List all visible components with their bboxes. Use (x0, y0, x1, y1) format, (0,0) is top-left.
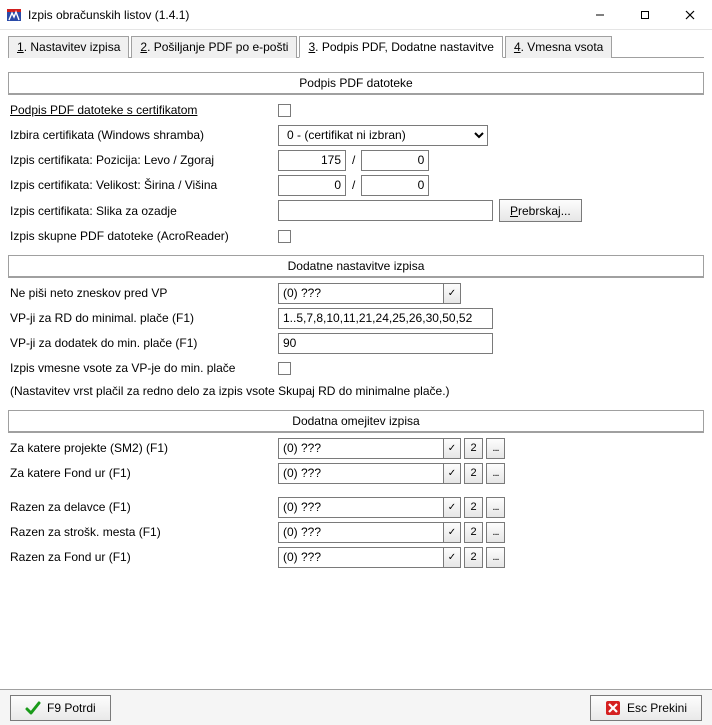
check-icon: ✓ (448, 443, 456, 454)
label-projekte: Za katere projekte (SM2) (F1) (8, 441, 278, 455)
btn-two-delavce[interactable]: 2 (464, 497, 483, 518)
input-size-width[interactable] (278, 175, 346, 196)
label-acroreader: Izpis skupne PDF datoteke (AcroReader) (8, 229, 278, 243)
checkbox-vmesne-vsote[interactable] (278, 362, 291, 375)
input-vp-rd[interactable] (278, 308, 493, 329)
btn-dots-fond1[interactable]: ... (486, 463, 505, 484)
btn-two-fond1[interactable]: 2 (464, 463, 483, 484)
check-icon: ✓ (448, 468, 456, 479)
input-size-height[interactable] (361, 175, 429, 196)
label-vp-add: VP-ji za dodatek do min. plače (F1) (8, 336, 278, 350)
btn-dots-strosk[interactable]: ... (486, 522, 505, 543)
maximize-button[interactable] (622, 0, 667, 30)
window-title: Izpis obračunskih listov (1.4.1) (28, 8, 577, 22)
label-fond-ur-1: Za katere Fond ur (F1) (8, 466, 278, 480)
group-dodatna-omejitev: Dodatna omejitev izpisa (8, 410, 704, 433)
label-vp-rd: VP-ji za RD do minimal. plače (F1) (8, 311, 278, 325)
check-icon: ✓ (448, 527, 456, 538)
check-icon: ✓ (448, 502, 456, 513)
checkbox-acroreader[interactable] (278, 230, 291, 243)
input-vp-add[interactable] (278, 333, 493, 354)
btn-two-fond2[interactable]: 2 (464, 547, 483, 568)
label-strosk: Razen za strošk. mesta (F1) (8, 525, 278, 539)
cancel-button[interactable]: Esc Prekini (590, 695, 702, 721)
slash-2: / (346, 178, 361, 192)
combo-btn-strosk[interactable]: ✓ (443, 522, 461, 543)
btn-two-strosk[interactable]: 2 (464, 522, 483, 543)
app-icon (6, 7, 22, 23)
group-title-omejitev: Dodatna omejitev izpisa (9, 411, 703, 432)
input-bg-path[interactable] (278, 200, 493, 221)
note-vp: (Nastavitev vrst plačil za redno delo za… (8, 382, 704, 402)
combo-btn-fond2[interactable]: ✓ (443, 547, 461, 568)
browse-button[interactable]: Prebrskaj... (499, 199, 582, 222)
footer-bar: F9 Potrdi Esc Prekini (0, 689, 712, 725)
titlebar: Izpis obračunskih listov (1.4.1) (0, 0, 712, 30)
combo-btn-projekte[interactable]: ✓ (443, 438, 461, 459)
combo-btn-delavce[interactable]: ✓ (443, 497, 461, 518)
slash-1: / (346, 153, 361, 167)
input-pos-top[interactable] (361, 150, 429, 171)
btn-dots-fond2[interactable]: ... (486, 547, 505, 568)
check-icon: ✓ (448, 552, 456, 563)
btn-dots-projekte[interactable]: ... (486, 438, 505, 459)
group-title-dodatne: Dodatne nastavitve izpisa (9, 256, 703, 277)
content-area: 1. Nastavitev izpisa 2. Pošiljanje PDF p… (0, 30, 712, 689)
combo-btn-neto[interactable]: ✓ (443, 283, 461, 304)
window-buttons (577, 0, 712, 30)
group-title-podpis: Podpis PDF datoteke (9, 73, 703, 94)
group-podpis-pdf: Podpis PDF datoteke (8, 72, 704, 95)
tab-posiljanje-pdf[interactable]: 2. Pošiljanje PDF po e-pošti (131, 36, 297, 58)
label-cert-sign: Podpis PDF datoteke s certifikatom (8, 103, 278, 117)
btn-two-projekte[interactable]: 2 (464, 438, 483, 459)
combo-btn-fond1[interactable]: ✓ (443, 463, 461, 484)
cancel-label: Esc Prekini (627, 701, 687, 715)
input-fond-ur-2[interactable] (278, 547, 443, 568)
cancel-icon (605, 700, 621, 716)
checkbox-cert-sign[interactable] (278, 104, 291, 117)
label-cert-bg: Izpis certifikata: Slika za ozadje (8, 204, 278, 218)
tabstrip: 1. Nastavitev izpisa 2. Pošiljanje PDF p… (0, 30, 712, 57)
input-projekte[interactable] (278, 438, 443, 459)
tab-body: Podpis PDF datoteke Podpis PDF datoteke … (8, 57, 704, 568)
input-strosk[interactable] (278, 522, 443, 543)
label-vmesne-vsote: Izpis vmesne vsote za VP-je do min. plač… (8, 361, 278, 375)
label-neto: Ne piši neto zneskov pred VP (8, 286, 278, 300)
check-icon (25, 700, 41, 716)
select-certificate[interactable]: 0 - (certifikat ni izbran) (278, 125, 488, 146)
label-fond-ur-2: Razen za Fond ur (F1) (8, 550, 278, 564)
input-pos-left[interactable] (278, 150, 346, 171)
label-cert-select: Izbira certifikata (Windows shramba) (8, 128, 278, 142)
label-cert-position: Izpis certifikata: Pozicija: Levo / Zgor… (8, 153, 278, 167)
minimize-button[interactable] (577, 0, 622, 30)
input-fond-ur-1[interactable] (278, 463, 443, 484)
input-neto[interactable] (278, 283, 443, 304)
close-button[interactable] (667, 0, 712, 30)
label-cert-size: Izpis certifikata: Velikost: Širina / Vi… (8, 178, 278, 192)
group-dodatne-nastavitve: Dodatne nastavitve izpisa (8, 255, 704, 278)
confirm-button[interactable]: F9 Potrdi (10, 695, 111, 721)
btn-dots-delavce[interactable]: ... (486, 497, 505, 518)
tab-vmesna-vsota[interactable]: 4. Vmesna vsota (505, 36, 612, 58)
tab-nastavitev-izpisa[interactable]: 1. Nastavitev izpisa (8, 36, 129, 58)
check-icon: ✓ (448, 288, 456, 299)
confirm-label: F9 Potrdi (47, 701, 96, 715)
input-delavce[interactable] (278, 497, 443, 518)
label-delavce: Razen za delavce (F1) (8, 500, 278, 514)
tab-podpis-pdf[interactable]: 3. Podpis PDF, Dodatne nastavitve (299, 36, 502, 58)
